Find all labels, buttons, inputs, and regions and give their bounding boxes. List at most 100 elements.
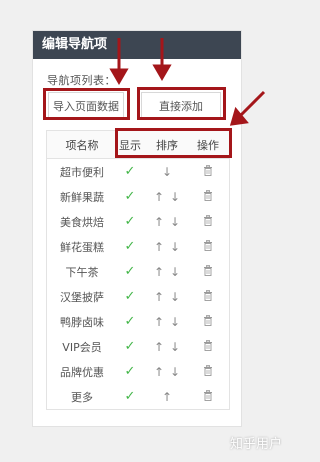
check-icon[interactable]: ✓ <box>125 389 136 404</box>
table-row: 鸭脖卤味 ✓ ↑ ↓ <box>47 309 229 334</box>
header-name: 项名称 <box>65 138 99 152</box>
check-icon[interactable]: ✓ <box>125 339 136 354</box>
show-cell: ✓ <box>117 189 143 204</box>
show-cell: ✓ <box>117 214 143 229</box>
table-row: 美食烘焙 ✓ ↑ ↓ <box>47 209 229 234</box>
operation-cell <box>191 289 225 304</box>
item-name: 鲜花蛋糕 <box>60 240 104 254</box>
operation-cell <box>191 264 225 279</box>
arrow-down-icon[interactable]: ↓ <box>170 340 180 354</box>
item-name: 品牌优惠 <box>60 365 104 379</box>
show-cell: ✓ <box>117 364 143 379</box>
nav-list-label: 导航项列表： <box>47 74 116 87</box>
show-cell: ✓ <box>117 339 143 354</box>
table-row: 鲜花蛋糕 ✓ ↑ ↓ <box>47 234 229 259</box>
check-icon[interactable]: ✓ <box>125 364 136 379</box>
sort-cell: ↑ ↓ <box>143 215 191 229</box>
sort-cell: ↑ ↓ <box>143 190 191 204</box>
show-cell: ✓ <box>117 389 143 404</box>
operation-cell <box>191 164 225 179</box>
table-row: 汉堡披萨 ✓ ↑ ↓ <box>47 284 229 309</box>
trash-icon[interactable] <box>203 264 213 279</box>
check-icon[interactable]: ✓ <box>125 239 136 254</box>
arrow-up-icon[interactable]: ↑ <box>154 290 164 304</box>
show-cell: ✓ <box>117 314 143 329</box>
trash-icon[interactable] <box>203 289 213 304</box>
operation-cell <box>191 239 225 254</box>
import-page-data-button[interactable]: 导入页面数据 <box>48 92 124 120</box>
operation-cell <box>191 314 225 329</box>
operation-cell <box>191 214 225 229</box>
table-row: 新鲜果蔬 ✓ ↑ ↓ <box>47 184 229 209</box>
sort-cell: ↑ ↓ <box>143 340 191 354</box>
show-cell: ✓ <box>117 239 143 254</box>
item-name: 新鲜果蔬 <box>60 190 104 204</box>
arrow-down-icon[interactable]: ↓ <box>170 190 180 204</box>
arrow-down-icon[interactable]: ↓ <box>170 240 180 254</box>
item-name: 美食烘焙 <box>60 215 104 229</box>
table-row: 更多 ✓ ↑ <box>47 384 229 409</box>
arrow-up-icon[interactable]: ↑ <box>154 265 164 279</box>
check-icon[interactable]: ✓ <box>125 314 136 329</box>
table-row: 超市便利 ✓ ↓ <box>47 159 229 184</box>
arrow-up-icon[interactable]: ↑ <box>154 215 164 229</box>
check-icon[interactable]: ✓ <box>125 264 136 279</box>
sort-cell: ↑ ↓ <box>143 315 191 329</box>
trash-icon[interactable] <box>203 364 213 379</box>
check-icon[interactable]: ✓ <box>125 189 136 204</box>
arrow-down-icon[interactable]: ↓ <box>170 265 180 279</box>
operation-cell <box>191 189 225 204</box>
trash-icon[interactable] <box>203 314 213 329</box>
operation-cell <box>191 389 225 404</box>
check-icon[interactable]: ✓ <box>125 289 136 304</box>
arrow-up-icon[interactable]: ↑ <box>154 190 164 204</box>
item-name: 鸭脖卤味 <box>60 315 104 329</box>
arrow-down-icon[interactable]: ↓ <box>170 365 180 379</box>
header-operation: 操作 <box>197 138 219 152</box>
item-name: VIP会员 <box>62 340 102 354</box>
header-show: 显示 <box>119 138 141 152</box>
watermark-text: 知乎用户 <box>229 437 282 452</box>
trash-icon[interactable] <box>203 164 213 179</box>
table-header-row: 项名称 显示 排序 操作 <box>47 131 229 159</box>
check-icon[interactable]: ✓ <box>125 214 136 229</box>
trash-icon[interactable] <box>203 239 213 254</box>
arrow-up-icon[interactable]: ↑ <box>154 315 164 329</box>
item-name: 更多 <box>71 390 93 404</box>
item-name: 下午茶 <box>65 265 99 279</box>
table-row: 品牌优惠 ✓ ↑ ↓ <box>47 359 229 384</box>
nav-items-table: 项名称 显示 排序 操作 超市便利 ✓ ↓ 新鲜果蔬 ✓ ↑ ↓ 美食烘焙 ✓ ↑ ↓ 鲜花蛋糕 ✓ ↑ ↓… <box>46 130 230 410</box>
trash-icon[interactable] <box>203 214 213 229</box>
arrow-down-icon[interactable]: ↓ <box>162 165 172 179</box>
trash-icon[interactable] <box>203 189 213 204</box>
arrow-down-icon[interactable]: ↓ <box>170 315 180 329</box>
operation-cell <box>191 339 225 354</box>
edit-nav-panel: 编辑导航项 导航项列表： 导入页面数据 直接添加 项名称 显示 排序 操作 超市… <box>32 30 242 427</box>
arrow-up-icon[interactable]: ↑ <box>154 240 164 254</box>
arrow-down-icon[interactable]: ↓ <box>170 290 180 304</box>
sort-cell: ↓ <box>143 165 191 179</box>
sort-cell: ↑ ↓ <box>143 290 191 304</box>
sort-cell: ↑ <box>143 390 191 404</box>
panel-title: 编辑导航项 <box>33 31 241 59</box>
arrow-up-icon[interactable]: ↑ <box>154 365 164 379</box>
arrow-up-icon[interactable]: ↑ <box>154 340 164 354</box>
show-cell: ✓ <box>117 289 143 304</box>
sort-cell: ↑ ↓ <box>143 265 191 279</box>
show-cell: ✓ <box>117 164 143 179</box>
check-icon[interactable]: ✓ <box>125 164 136 179</box>
arrow-up-icon[interactable]: ↑ <box>162 390 172 404</box>
trash-icon[interactable] <box>203 339 213 354</box>
trash-icon[interactable] <box>203 389 213 404</box>
operation-cell <box>191 364 225 379</box>
add-directly-button[interactable]: 直接添加 <box>141 92 221 120</box>
table-row: 下午茶 ✓ ↑ ↓ <box>47 259 229 284</box>
sort-cell: ↑ ↓ <box>143 365 191 379</box>
sort-cell: ↑ ↓ <box>143 240 191 254</box>
table-row: VIP会员 ✓ ↑ ↓ <box>47 334 229 359</box>
show-cell: ✓ <box>117 264 143 279</box>
header-sort: 排序 <box>156 138 178 152</box>
item-name: 超市便利 <box>60 165 104 179</box>
arrow-down-icon[interactable]: ↓ <box>170 215 180 229</box>
item-name: 汉堡披萨 <box>60 290 104 304</box>
